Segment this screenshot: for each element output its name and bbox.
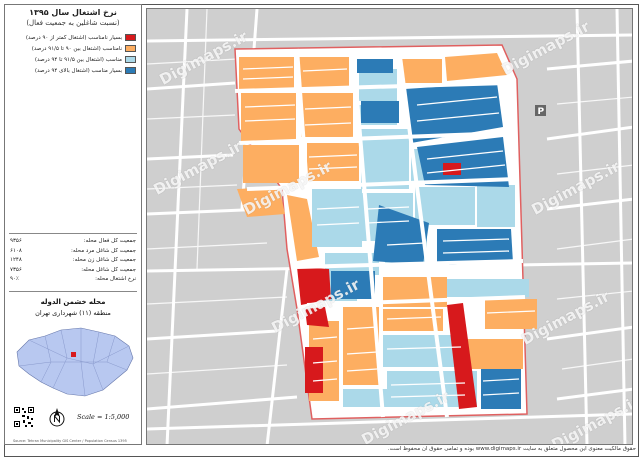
north-arrow-icon [49, 408, 65, 427]
area-district: منطقه (۱۱) شهرداری تهران [35, 309, 111, 317]
map-canvas: P [147, 9, 632, 444]
swatch-orange [125, 45, 136, 52]
copyright-footer: حقوق مالکیت معنوی این محصول متعلق به سای… [387, 446, 636, 452]
stat-value: ۷۳۵۶ [10, 266, 22, 273]
legend-panel: نرخ اشتغال سال ۱۳۹۵ (نسبت شاغلین به جمعی… [4, 4, 142, 445]
locator-minimap [11, 322, 137, 402]
swatch-red [125, 34, 136, 41]
legend-title: نرخ اشتغال سال ۱۳۹۵ [29, 8, 117, 17]
legend-list: بسیار نامناسب (اشتغال کمتر از ۹۰ درصد) ن… [10, 32, 136, 76]
stat-row: جمعیت کل فعال محله: ۹۳۵۶ [10, 238, 136, 248]
divider [9, 291, 137, 292]
stat-row: نرخ اشتغال محله: ۹۰٪ [10, 276, 136, 286]
legend-subtitle: (نسبت شاغلین به جمعیت فعال) [26, 19, 120, 27]
legend-item: مناسب (اشتغال بین ۹۱/۵ تا ۹۴ درصد) [10, 54, 136, 65]
stat-row: جمعیت کل شاغل زن محله: ۱۲۴۸ [10, 257, 136, 267]
source-note: Source: Tehran Municipality GIS Center /… [13, 439, 127, 443]
swatch-light-blue [125, 56, 136, 63]
stat-label: جمعیت کل شاغل زن محله: [72, 257, 136, 263]
stat-row: جمعیت کل شاغل مرد محله: ۶۱۰۸ [10, 248, 136, 258]
stat-label: جمعیت کل شاغل محله: [81, 266, 136, 273]
legend-label: بسیار نامناسب (اشتغال کمتر از ۹۰ درصد) [25, 34, 122, 41]
legend-item: بسیار نامناسب (اشتغال کمتر از ۹۰ درصد) [10, 32, 136, 43]
svg-text:P: P [538, 107, 545, 117]
stat-label: جمعیت کل فعال محله: [83, 238, 136, 244]
stat-row: جمعیت کل شاغل محله: ۷۳۵۶ [10, 267, 136, 277]
area-name: محله خشمن الدوله [40, 298, 106, 306]
stat-value: ۹۰٪ [10, 276, 19, 282]
legend-label: نامناسب (اشتغال بین ۹۰ تا ۹۱/۵ درصد) [31, 45, 122, 52]
qr-code-icon [13, 406, 35, 428]
stats-list: جمعیت کل فعال محله: ۹۳۵۶ جمعیت کل شاغل مر… [10, 238, 136, 286]
stat-label: جمعیت کل شاغل مرد محله: [71, 247, 136, 254]
legend-label: بسیار مناسب (اشتغال بالای ۹۴ درصد) [34, 67, 122, 74]
parking-icon: P [535, 105, 546, 117]
main-map[interactable]: P Digimaps.ir Digimaps.ir Digimaps.ir Di… [146, 8, 633, 445]
legend-item: بسیار مناسب (اشتغال بالای ۹۴ درصد) [10, 65, 136, 76]
swatch-dark-blue [125, 67, 136, 74]
stat-value: ۶۱۰۸ [10, 247, 22, 254]
stat-value: ۱۲۴۸ [10, 257, 22, 263]
legend-item: نامناسب (اشتغال بین ۹۰ تا ۹۱/۵ درصد) [10, 43, 136, 54]
divider [9, 233, 137, 234]
legend-label: مناسب (اشتغال بین ۹۱/۵ تا ۹۴ درصد) [34, 56, 122, 63]
stat-label: نرخ اشتغال محله: [95, 276, 136, 282]
location-marker [71, 352, 76, 357]
stat-value: ۹۳۵۶ [10, 238, 22, 244]
scale-text: Scale = 1:5,000 [77, 413, 130, 421]
